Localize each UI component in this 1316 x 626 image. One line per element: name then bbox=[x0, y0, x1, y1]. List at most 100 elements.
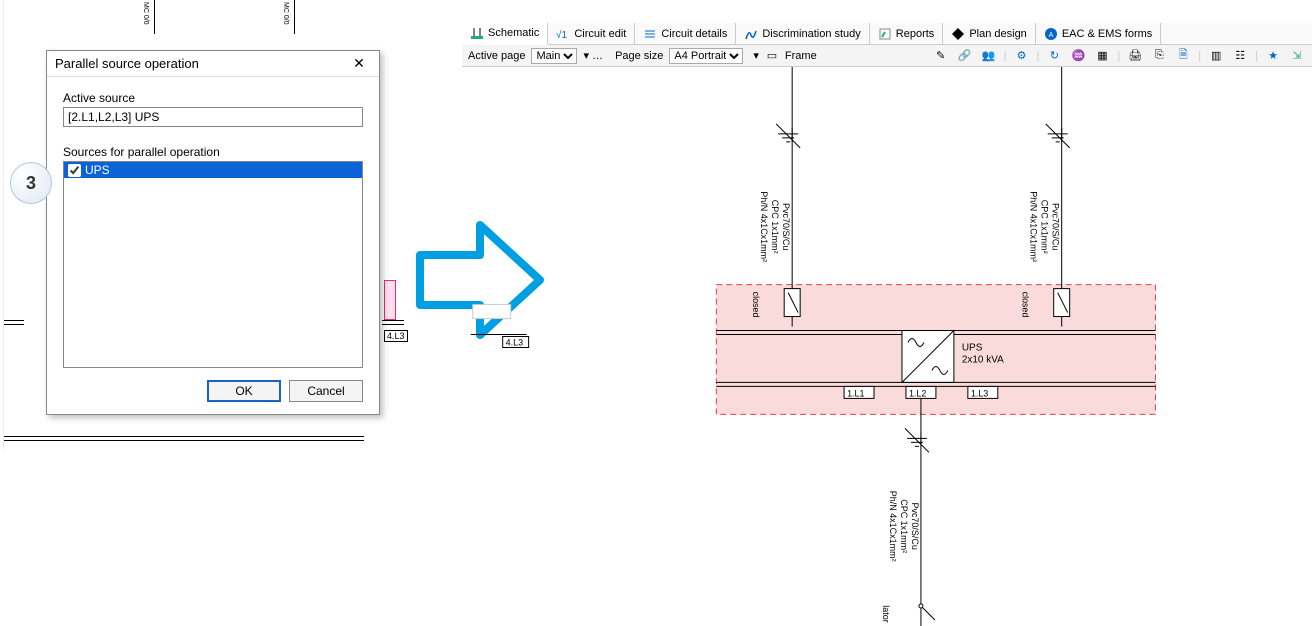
tab-label: EAC & EMS forms bbox=[1062, 28, 1152, 40]
svg-text:√1: √1 bbox=[556, 29, 567, 41]
svg-text:Ph/N 4x1Cx1mm²: Ph/N 4x1Cx1mm² bbox=[759, 191, 769, 262]
grid-icon: ▦ bbox=[1097, 49, 1107, 62]
active-source-input[interactable] bbox=[63, 107, 363, 127]
svg-text:lator: lator bbox=[881, 605, 891, 622]
list-item-label: UPS bbox=[85, 163, 110, 177]
dialog-titlebar[interactable]: Parallel source operation ✕ bbox=[47, 51, 379, 77]
reports-icon bbox=[878, 27, 892, 41]
list-item-checkbox[interactable] bbox=[68, 164, 81, 177]
active-page-label: Active page bbox=[468, 50, 525, 62]
link-icon: 🔗 bbox=[958, 49, 972, 62]
parallel-sources-list[interactable]: UPS bbox=[63, 161, 363, 368]
schematic-icon bbox=[470, 26, 484, 40]
tab-label: Schematic bbox=[488, 27, 539, 39]
tree-icon: ♒ bbox=[1072, 49, 1086, 62]
tab-label: Plan design bbox=[969, 28, 1027, 40]
tab-plan-design[interactable]: Plan design bbox=[943, 23, 1036, 44]
cancel-button[interactable]: Cancel bbox=[289, 380, 363, 402]
tab-eac-forms[interactable]: A EAC & EMS forms bbox=[1036, 23, 1161, 44]
plan-icon bbox=[951, 27, 965, 41]
circuit-edit-icon: √1 bbox=[556, 27, 570, 41]
svg-text:Pvc70/S/Cu: Pvc70/S/Cu bbox=[1051, 203, 1061, 250]
tab-label: Discrimination study bbox=[762, 28, 860, 40]
feeder-bottom: Ph/N 4x1Cx1mm² CPC 1x1mm² Pvc70/S/Cu lat… bbox=[881, 398, 935, 626]
tab-discrimination[interactable]: Discrimination study bbox=[736, 23, 869, 44]
hbar-icon: ▥ bbox=[1211, 49, 1221, 62]
tab-reports[interactable]: Reports bbox=[870, 23, 944, 44]
copy-icon: ⎘ bbox=[1155, 49, 1164, 62]
frame-icon: ▭ bbox=[765, 49, 779, 63]
active-page-select[interactable]: Main bbox=[531, 48, 577, 64]
toolbar-forms[interactable]: ☷ bbox=[1231, 47, 1249, 65]
parallel-source-dialog: Parallel source operation ✕ Active sourc… bbox=[46, 50, 380, 415]
node-1l1: 1.L1 bbox=[844, 386, 874, 398]
page-size-label: Page size bbox=[615, 50, 663, 62]
svg-text:CPC 1x1mm²: CPC 1x1mm² bbox=[770, 200, 780, 254]
schematic-canvas[interactable]: Ph/N 4x1Cx1mm² CPC 1x1mm² Pvc70/S/Cu clo… bbox=[462, 67, 1312, 626]
svg-text:UPS: UPS bbox=[962, 342, 983, 353]
svg-text:Ph/N 4x1Cx1mm²: Ph/N 4x1Cx1mm² bbox=[1029, 191, 1039, 262]
toolbar-doc[interactable]: 🗎 bbox=[1174, 47, 1192, 65]
svg-text:1.L3: 1.L3 bbox=[971, 388, 988, 398]
page-ellipsis[interactable]: ▾ … bbox=[583, 49, 603, 62]
svg-text:Pvc70/S/Cu: Pvc70/S/Cu bbox=[781, 203, 791, 250]
refresh-icon: ↻ bbox=[1050, 49, 1059, 62]
toolbar-users[interactable]: 👥 bbox=[980, 47, 998, 65]
tab-schematic[interactable]: Schematic bbox=[462, 23, 548, 45]
toolbar-link[interactable]: 🔗 bbox=[956, 47, 974, 65]
svg-text:closed: closed bbox=[751, 292, 761, 318]
discrimination-icon bbox=[744, 27, 758, 41]
toolbar-pencil[interactable]: ✎ bbox=[932, 47, 950, 65]
svg-text:2x10 kVA: 2x10 kVA bbox=[962, 354, 1004, 365]
tab-label: Circuit edit bbox=[574, 28, 626, 40]
active-source-label: Active source bbox=[63, 91, 363, 105]
node-1l3: 1.L3 bbox=[968, 386, 998, 398]
svg-text:A: A bbox=[1048, 32, 1053, 39]
toolbar-print[interactable]: 🖨 bbox=[1126, 47, 1144, 65]
svg-text:4.L3: 4.L3 bbox=[506, 338, 523, 348]
toolbar-refresh[interactable]: ↻ bbox=[1045, 47, 1063, 65]
svg-text:1.L1: 1.L1 bbox=[847, 388, 864, 398]
svg-text:CPC 1x1mm²: CPC 1x1mm² bbox=[899, 499, 909, 553]
toolbar-sliders[interactable]: ⚙ bbox=[1013, 47, 1031, 65]
svg-text:Ph/N 4x1Cx1mm²: Ph/N 4x1Cx1mm² bbox=[888, 491, 898, 562]
step-number: 3 bbox=[26, 173, 36, 194]
app-window: Schematic √1 Circuit edit Circuit detail… bbox=[462, 23, 1312, 626]
eac-icon: A bbox=[1044, 27, 1058, 41]
svg-text:closed: closed bbox=[1021, 292, 1031, 318]
star-icon: ★ bbox=[1268, 49, 1278, 62]
parallel-sources-label: Sources for parallel operation bbox=[63, 145, 363, 159]
svg-text:CPC 1x1mm²: CPC 1x1mm² bbox=[1040, 200, 1050, 254]
print-icon: 🖨 bbox=[1128, 49, 1142, 62]
tab-label: Reports bbox=[896, 28, 935, 40]
option-bar: Active page Main ▾ … Page size A4 Portra… bbox=[462, 45, 1312, 67]
close-icon: ✕ bbox=[353, 55, 365, 71]
doc-icon: 🗎 bbox=[1179, 46, 1188, 65]
toolbar-tree[interactable]: ♒ bbox=[1069, 47, 1087, 65]
dialog-close-button[interactable]: ✕ bbox=[347, 55, 371, 72]
ribbon: Schematic √1 Circuit edit Circuit detail… bbox=[462, 23, 1312, 45]
dialog-title: Parallel source operation bbox=[55, 56, 199, 71]
pencil-icon: ✎ bbox=[936, 49, 945, 62]
page-size-select[interactable]: A4 Portrait bbox=[669, 48, 743, 64]
toolbar-export[interactable]: ⇲ bbox=[1288, 47, 1306, 65]
users-icon: 👥 bbox=[982, 49, 996, 62]
circuit-details-icon bbox=[643, 27, 657, 41]
list-item[interactable]: UPS bbox=[64, 162, 362, 178]
step-badge: 3 bbox=[10, 162, 52, 204]
export-icon: ⇲ bbox=[1292, 49, 1301, 62]
svg-text:1.L2: 1.L2 bbox=[909, 388, 926, 398]
tab-circuit-details[interactable]: Circuit details bbox=[635, 23, 736, 44]
sliders-icon: ⚙ bbox=[1017, 49, 1027, 62]
ok-button[interactable]: OK bbox=[207, 380, 281, 402]
frame-label[interactable]: Frame bbox=[785, 50, 817, 62]
tab-label: Circuit details bbox=[661, 28, 727, 40]
toolbar-hbar[interactable]: ▥ bbox=[1207, 47, 1225, 65]
forms-icon: ☷ bbox=[1235, 49, 1245, 62]
node-1l2: 1.L2 bbox=[906, 386, 936, 398]
toolbar-star[interactable]: ★ bbox=[1264, 47, 1282, 65]
toolbar-copy[interactable]: ⎘ bbox=[1150, 47, 1168, 65]
svg-text:Pvc70/S/Cu: Pvc70/S/Cu bbox=[910, 502, 920, 549]
toolbar-grid[interactable]: ▦ bbox=[1093, 47, 1111, 65]
tab-circuit-edit[interactable]: √1 Circuit edit bbox=[548, 23, 635, 44]
